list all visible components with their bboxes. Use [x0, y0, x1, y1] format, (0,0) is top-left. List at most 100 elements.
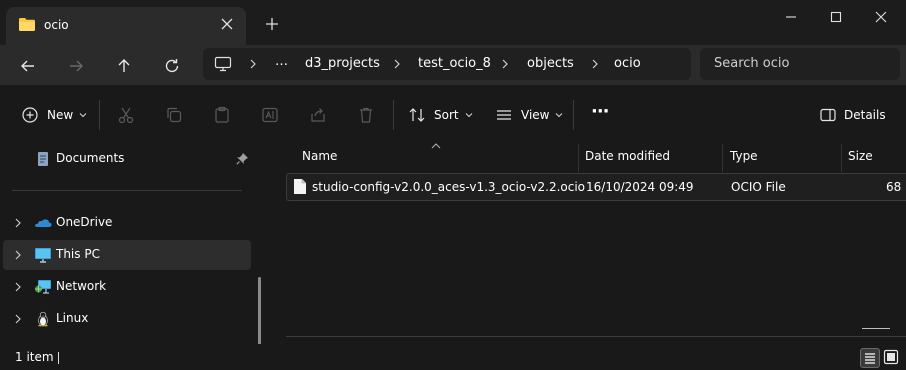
chevron-down-icon [556, 113, 563, 118]
chevron-right-icon[interactable] [590, 58, 600, 70]
item-count: 1 item [15, 350, 54, 364]
column-divider[interactable] [722, 144, 723, 172]
delete-icon[interactable] [356, 105, 376, 125]
breadcrumb-d3-projects[interactable]: d3_projects [305, 56, 380, 71]
refresh-button[interactable] [162, 56, 182, 76]
onedrive-icon [34, 215, 52, 231]
new-label: New [47, 108, 74, 122]
view-icon [497, 110, 511, 120]
cut-icon[interactable] [116, 105, 136, 125]
breadcrumb-objects[interactable]: objects [527, 56, 574, 71]
horizontal-scrollbar-thumb[interactable] [862, 328, 890, 329]
details-button[interactable]: Details [820, 103, 886, 127]
search-input[interactable]: Search ocio [700, 48, 900, 80]
column-header-name[interactable]: Name [302, 149, 337, 163]
up-button[interactable] [114, 56, 134, 76]
pin-icon[interactable] [236, 152, 249, 165]
status-divider [58, 352, 59, 364]
file-size: 68 KB [886, 180, 906, 194]
maximize-button[interactable] [825, 6, 847, 28]
breadcrumb-overflow[interactable]: … [275, 54, 288, 69]
file-date: 16/10/2024 09:49 [586, 180, 694, 194]
chevron-down-icon [79, 113, 87, 118]
new-button[interactable]: New [21, 103, 87, 127]
toolbar-divider [393, 100, 394, 130]
more-options-button[interactable]: ··· [591, 99, 609, 123]
title-bar: ocio [0, 0, 906, 45]
status-bar: 1 item [0, 344, 906, 370]
chevron-right-icon[interactable] [13, 217, 23, 229]
file-name: studio-config-v2.0.0_aces-v1.3_ocio-v2.2… [312, 180, 586, 194]
folder-icon [18, 17, 36, 32]
preview-view-button[interactable] [882, 348, 900, 366]
command-bar: New Sort View ··· Details [0, 85, 906, 145]
sidebar-scrollbar[interactable] [258, 277, 261, 347]
back-button[interactable] [18, 56, 38, 76]
share-icon[interactable] [308, 105, 328, 125]
chevron-right-icon[interactable] [13, 281, 23, 293]
plus-circle-icon [22, 107, 38, 123]
chevron-down-icon [465, 113, 472, 118]
sort-ascending-icon [431, 143, 441, 149]
sidebar-item-label: Linux [56, 311, 89, 325]
file-size-cell: 68 KB [868, 173, 906, 201]
sidebar-item-label: This PC [56, 247, 100, 261]
sidebar-item-linux[interactable]: Linux [3, 304, 251, 334]
minimize-button[interactable] [780, 6, 802, 28]
view-label: View [521, 108, 550, 122]
column-header-date-modified[interactable]: Date modified [585, 149, 670, 163]
view-button[interactable]: View [495, 103, 563, 127]
sidebar-item-label: Network [56, 279, 107, 293]
chevron-right-icon[interactable] [392, 58, 402, 70]
search-placeholder: Search ocio [714, 56, 790, 71]
breadcrumb-test-ocio-8[interactable]: test_ocio_8 [418, 56, 491, 71]
this-pc-icon[interactable] [214, 56, 232, 72]
file-type: OCIO File [731, 180, 786, 194]
details-view-button[interactable] [860, 348, 880, 368]
toolbar-divider [573, 100, 574, 130]
sidebar-item-documents[interactable]: Documents [3, 144, 251, 174]
this-pc-icon [34, 247, 52, 263]
details-label: Details [844, 108, 886, 122]
sort-label: Sort [434, 108, 459, 122]
address-row: … d3_projects test_ocio_8 objects ocio S… [0, 45, 906, 85]
address-bar[interactable]: … d3_projects test_ocio_8 objects ocio [203, 48, 691, 80]
chevron-right-icon[interactable] [13, 313, 23, 325]
tab-ocio[interactable]: ocio [6, 7, 246, 45]
chevron-right-icon[interactable] [248, 58, 258, 70]
sidebar-item-this-pc[interactable]: This PC [3, 240, 251, 270]
rename-icon[interactable] [260, 105, 280, 125]
close-window-button[interactable] [870, 6, 892, 28]
details-view-icon [865, 353, 875, 364]
documents-icon [34, 151, 52, 167]
details-pane-icon [820, 108, 836, 122]
paste-icon[interactable] [212, 105, 232, 125]
sidebar-item-label: Documents [56, 151, 125, 165]
file-list-border [286, 336, 906, 337]
sidebar-item-onedrive[interactable]: OneDrive [3, 208, 251, 238]
file-icon [293, 178, 307, 195]
column-divider[interactable] [578, 144, 579, 172]
table-row[interactable]: studio-config-v2.0.0_aces-v1.3_ocio-v2.2… [286, 173, 906, 201]
sort-button[interactable]: Sort [408, 103, 473, 127]
tab-title: ocio [44, 18, 69, 32]
sidebar-divider [12, 190, 242, 191]
column-header-type[interactable]: Type [730, 149, 758, 163]
linux-icon [34, 311, 52, 327]
chevron-right-icon[interactable] [500, 58, 510, 70]
navigation-pane: Documents OneDrive This PC Network Linux [0, 144, 268, 344]
chevron-right-icon[interactable] [13, 249, 23, 261]
sidebar-item-network[interactable]: Network [3, 272, 251, 302]
new-tab-button[interactable] [262, 14, 282, 34]
close-tab-icon[interactable] [220, 17, 234, 31]
column-divider[interactable] [841, 144, 842, 172]
sort-icon [409, 108, 425, 122]
breadcrumb-ocio[interactable]: ocio [614, 56, 641, 71]
large-icons-view-icon [883, 349, 899, 365]
copy-icon[interactable] [164, 105, 184, 125]
forward-button[interactable] [66, 56, 86, 76]
toolbar-divider [99, 100, 100, 130]
column-header-size[interactable]: Size [848, 149, 873, 163]
network-icon [34, 279, 52, 295]
sidebar-item-label: OneDrive [56, 215, 113, 229]
